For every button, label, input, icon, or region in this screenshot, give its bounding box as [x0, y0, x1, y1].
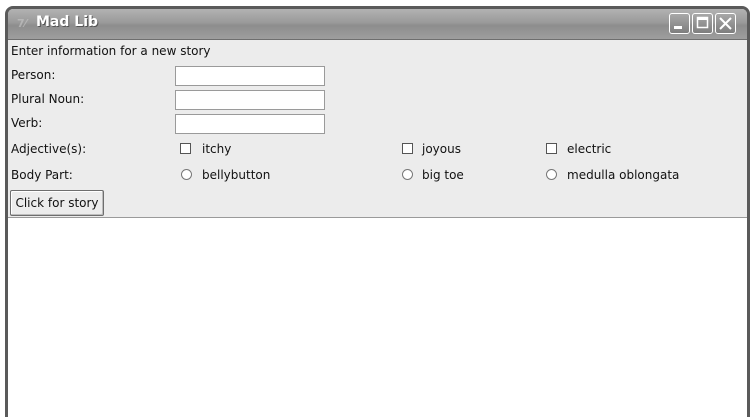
window-title: Mad Lib — [36, 14, 99, 30]
adjective-checkbox-itchy[interactable] — [180, 143, 191, 154]
app-icon: 7⁄ — [17, 17, 27, 30]
form-heading: Enter information for a new story — [11, 44, 211, 58]
body-part-radio-medulla-oblongata[interactable] — [546, 169, 557, 180]
plural-noun-input[interactable] — [175, 90, 325, 110]
body-part-label-medulla-oblongata: medulla oblongata — [567, 168, 680, 182]
body-part-label-bellybutton: bellybutton — [202, 168, 271, 182]
close-button[interactable] — [715, 13, 736, 34]
body-part-radio-big-toe[interactable] — [402, 169, 413, 180]
maximize-icon — [696, 16, 709, 29]
close-icon — [719, 17, 732, 30]
adjective-label-electric: electric — [567, 142, 612, 156]
madlib-window: 7⁄ Mad Lib Enter information for a new s… — [5, 6, 750, 417]
person-label: Person: — [11, 68, 56, 82]
adjective-label-itchy: itchy — [202, 142, 232, 156]
verb-input[interactable] — [175, 114, 325, 134]
title-bar[interactable]: 7⁄ Mad Lib — [8, 9, 747, 40]
body-part-radio-bellybutton[interactable] — [181, 169, 192, 180]
adjective-label-joyous: joyous — [422, 142, 461, 156]
minimize-button[interactable] — [669, 13, 690, 34]
maximize-button[interactable] — [692, 13, 713, 34]
adjective-checkbox-joyous[interactable] — [402, 143, 413, 154]
body-part-label: Body Part: — [11, 168, 73, 182]
plural-noun-label: Plural Noun: — [11, 92, 85, 106]
click-for-story-button[interactable]: Click for story — [10, 190, 104, 216]
adjective-checkbox-electric[interactable] — [546, 143, 557, 154]
minimize-icon — [674, 26, 682, 29]
verb-label: Verb: — [11, 116, 43, 130]
person-input[interactable] — [175, 66, 325, 86]
story-text-area[interactable] — [8, 217, 747, 417]
adjectives-label: Adjective(s): — [11, 142, 87, 156]
body-part-label-big-toe: big toe — [422, 168, 464, 182]
form-area: Enter information for a new story Person… — [8, 40, 747, 417]
